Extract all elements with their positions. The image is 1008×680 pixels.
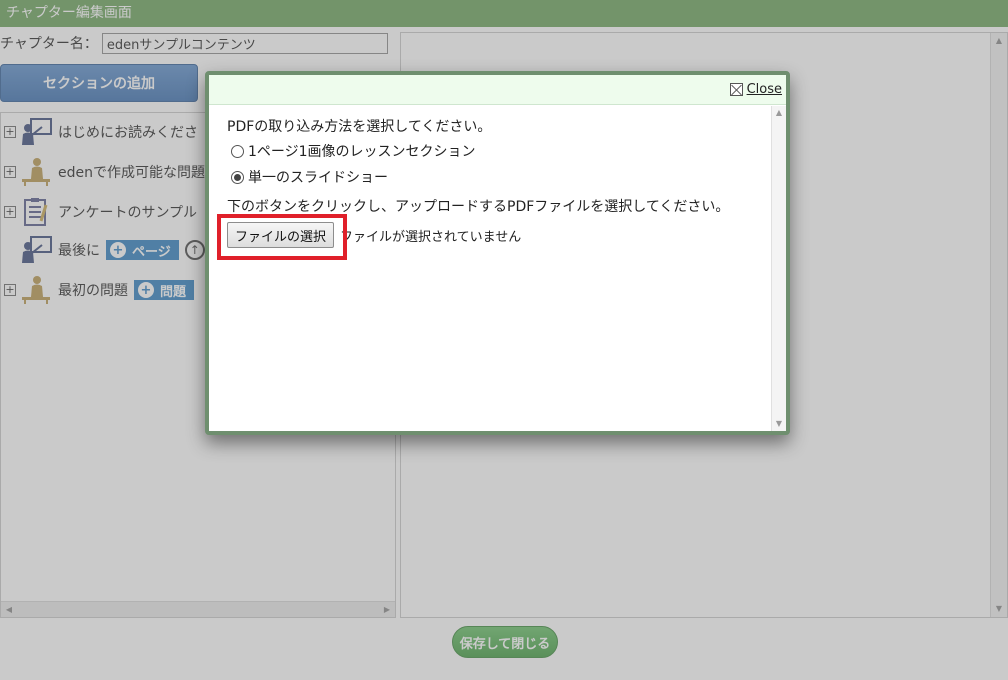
scroll-up-icon[interactable]: ▲ [772, 106, 786, 120]
option-single-slideshow[interactable]: 単一のスライドショー [231, 164, 771, 190]
pdf-import-dialog: Close PDFの取り込み方法を選択してください。 1ページ1画像のレッスンセ… [205, 71, 790, 435]
option-lesson-section[interactable]: 1ページ1画像のレッスンセクション [231, 138, 771, 164]
option-label: 1ページ1画像のレッスンセクション [248, 144, 476, 160]
file-status-text: ファイルが選択されていません [340, 229, 522, 245]
file-picker-row: ファイルの選択 ファイルが選択されていません [217, 214, 771, 260]
dialog-header: Close [209, 75, 786, 105]
option-label: 単一のスライドショー [248, 170, 388, 186]
close-link[interactable]: Close [729, 82, 782, 97]
radio-button[interactable] [231, 144, 244, 158]
highlight-box [217, 214, 347, 260]
close-label: Close [746, 82, 782, 97]
dialog-vertical-scrollbar[interactable]: ▲ ▼ [771, 106, 786, 431]
scroll-down-icon[interactable]: ▼ [772, 417, 786, 431]
radio-button-selected[interactable] [231, 170, 244, 184]
close-icon [729, 83, 743, 96]
dialog-body: PDFの取り込み方法を選択してください。 1ページ1画像のレッスンセクション 単… [209, 106, 771, 431]
import-method-instruction: PDFの取り込み方法を選択してください。 [227, 119, 492, 135]
